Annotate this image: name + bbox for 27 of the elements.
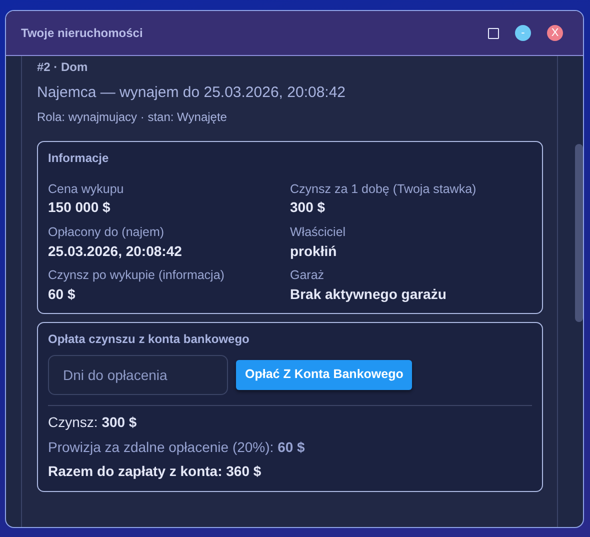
property-heading: #2 · Dom: [37, 60, 89, 75]
field-label: Czynsz po wykupie (informacja): [48, 268, 226, 284]
property-subtitle: Najemca — wynajem do 25.03.2026, 20:08:42: [37, 84, 347, 103]
field-label: Czynsz za 1 dobę (Twoja stawka): [290, 182, 478, 198]
rent-line: Czynsz: 300 $: [48, 414, 138, 432]
card-title: Informacje: [48, 150, 110, 166]
field-value: 25.03.2026, 20:08:42: [48, 242, 183, 260]
field-label: Garaż: [290, 268, 326, 284]
maximize-button[interactable]: [488, 28, 499, 38]
field-value: 300 $: [290, 199, 326, 217]
scrollbar-thumb[interactable]: [575, 144, 583, 322]
pay-button[interactable]: Opłać Z Konta Bankowego: [236, 360, 412, 390]
field-value: prokłiń: [290, 242, 338, 260]
property-role: Rola: wynajmujacy · stan: Wynajęte: [37, 110, 228, 125]
fee-line: Prowizja za zdalne opłacenie (20%): 60 $: [48, 438, 306, 456]
card-title: Opłata czynszu z konta bankowego: [48, 332, 250, 348]
total-line: Razem do zapłaty z konta: 360 $: [48, 463, 262, 481]
field-label: Opłacony do (najem): [48, 224, 166, 240]
field-value: Brak aktywnego garażu: [290, 286, 448, 304]
close-button[interactable]: X: [547, 25, 563, 41]
minimize-button[interactable]: -: [515, 25, 531, 41]
field-label: Cena wykupu: [48, 182, 125, 198]
field-value: 60 $: [48, 286, 76, 304]
field-value: 150 000 $: [48, 199, 112, 217]
field-label: Właściciel: [290, 224, 347, 240]
window-title: Twoje nieruchomości: [21, 26, 144, 40]
days-input-field[interactable]: Dni do opłacenia: [48, 355, 228, 396]
